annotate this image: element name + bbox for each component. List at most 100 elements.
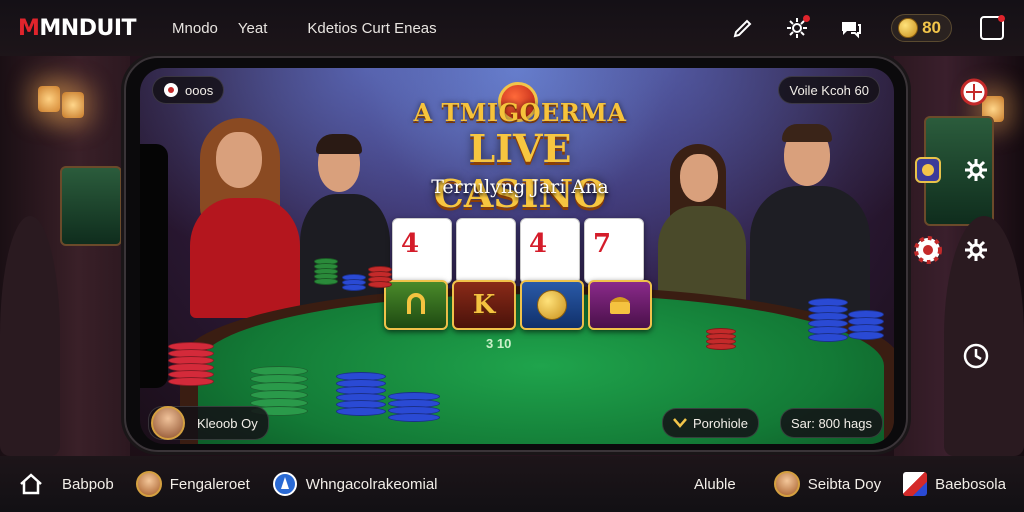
cog-icon <box>965 239 987 261</box>
slot-machine-background <box>60 166 122 246</box>
roulette-button[interactable] <box>958 76 990 108</box>
bet-tile-treasure[interactable] <box>588 280 652 330</box>
chip-stack <box>314 258 338 285</box>
chat-button[interactable] <box>837 14 865 42</box>
dealer-man-right <box>740 122 870 316</box>
chevron-down-icon <box>673 418 687 428</box>
coin-balance-value: 80 <box>922 18 941 37</box>
treasure-icon <box>610 297 630 314</box>
coin-icon <box>537 290 567 320</box>
bottom-nav-baebosola[interactable]: Baebosola <box>903 472 1006 496</box>
chip-stack <box>706 328 736 350</box>
playing-card[interactable] <box>456 218 516 284</box>
bet-tile-coin[interactable] <box>520 280 584 330</box>
top-navigation: Mnodo Yeat Kdetios Curt Eneas <box>172 20 437 37</box>
logo-text: MNDUIT <box>39 15 137 41</box>
settings-side-button[interactable] <box>960 154 992 186</box>
bottom-nav-label: Whngacolrakeomial <box>305 475 438 493</box>
dark-suit <box>750 186 870 316</box>
bottom-bar: Babpob Fengaleroet Whngacolrakeomial Alu… <box>0 456 1024 512</box>
phone-frame: ooos Voile Kcoh 60 A TMIGOERMA LIVE CASI… <box>124 56 908 452</box>
profile-avatar <box>773 471 800 497</box>
hair <box>782 124 832 142</box>
wall-lamp <box>62 92 84 118</box>
bottom-nav-label: Fengaleroet <box>169 475 250 493</box>
bottom-nav-label: Seibta Doy <box>807 475 882 493</box>
game-thumbnail-icon <box>915 157 941 183</box>
nav-item-yeat[interactable]: Yeat <box>238 20 267 37</box>
game-title: LIVE CASINO <box>433 126 607 216</box>
nav-item-mnodo[interactable]: Mnodo <box>172 20 218 37</box>
room-id-text: ooos <box>185 82 214 98</box>
bet-tile-king[interactable]: K <box>452 280 516 330</box>
timer-button[interactable] <box>960 340 992 372</box>
card-rank: 4 <box>529 229 548 259</box>
hair <box>316 134 362 154</box>
horseshoe-icon <box>407 293 425 314</box>
game-title-line1: A TMIGOERMA <box>413 98 627 127</box>
top-bar: MMNDUIT Mnodo Yeat Kdetios Curt Eneas 80 <box>0 0 1024 56</box>
chip-stack <box>336 372 386 416</box>
chip-stack <box>848 310 884 340</box>
home-icon <box>20 473 42 495</box>
logo-mark: M <box>18 15 40 41</box>
room-info-text: Voile Kcoh 60 <box>789 82 869 98</box>
pen-icon <box>733 19 752 38</box>
face <box>216 132 262 188</box>
bottom-right-actions: Aluble Seibta Doy Baebosola <box>694 471 1006 497</box>
edit-button[interactable] <box>729 14 757 42</box>
bet-tile-horseshoe[interactable] <box>384 280 448 330</box>
bet-amount-pill[interactable]: Sar: 800 hags <box>780 408 883 438</box>
bottom-nav-aluble[interactable]: Aluble <box>694 476 736 493</box>
face <box>680 154 718 202</box>
brand-logo[interactable]: MMNDUIT <box>18 15 137 41</box>
action-left-label: Porohiole <box>693 415 748 431</box>
chat-icon <box>842 22 862 39</box>
tile-label: K <box>472 290 496 320</box>
coin-icon <box>898 18 919 38</box>
coin-balance[interactable]: 80 <box>891 14 952 42</box>
chip-small-icon <box>164 83 178 97</box>
bet-amount-text: Sar: 800 hags <box>791 415 872 431</box>
chip-stack <box>368 266 392 288</box>
chip-stack <box>808 298 848 342</box>
bottom-nav-profile[interactable]: Seibta Doy <box>773 471 882 497</box>
phone-notch <box>140 144 168 388</box>
playing-card[interactable]: 7 <box>584 218 644 284</box>
game-subtitle: Terrulyng Jari Ana <box>431 176 609 198</box>
gear-icon <box>965 159 987 181</box>
card-rank: 7 <box>593 229 612 259</box>
settings-button[interactable] <box>783 14 811 42</box>
player-info-pill[interactable]: Kleoob Oy <box>148 406 269 440</box>
bottom-nav-label: Baebosola <box>935 475 1006 493</box>
poker-chip-icon <box>914 236 942 264</box>
game-thumbnail-button[interactable] <box>912 154 944 186</box>
flag-icon <box>903 472 928 496</box>
bottom-nav-label: Babpob <box>62 475 114 493</box>
room-id-pill[interactable]: ooos <box>152 76 225 104</box>
wall-lamp <box>38 86 60 112</box>
clock-icon <box>963 343 989 369</box>
chip-stack <box>388 392 440 422</box>
bottom-nav-whngacol[interactable]: Whngacolrakeomial <box>272 471 438 497</box>
playing-card[interactable]: 4 <box>392 218 452 284</box>
spectator-silhouette <box>0 216 60 456</box>
profile-notification-dot <box>998 15 1005 22</box>
action-button-left[interactable]: Porohiole <box>662 408 759 438</box>
room-info-pill[interactable]: Voile Kcoh 60 <box>778 76 880 104</box>
options-side-button[interactable] <box>960 234 992 266</box>
top-actions: 80 <box>729 14 1006 42</box>
roulette-icon <box>960 78 988 106</box>
bottom-nav-home[interactable]: Babpob <box>18 471 114 497</box>
room-background-left <box>0 56 130 456</box>
user-avatar <box>135 471 162 497</box>
playing-card[interactable]: 4 <box>520 218 580 284</box>
bottom-nav-fengaleroet[interactable]: Fengaleroet <box>135 471 250 497</box>
nav-item-kdetios[interactable]: Kdetios Curt Eneas <box>307 20 436 37</box>
chip-button[interactable] <box>912 234 944 266</box>
profile-button[interactable] <box>978 14 1006 42</box>
chip-stack <box>168 342 214 386</box>
player-woman-right <box>650 144 750 306</box>
card-rank: 4 <box>401 229 420 259</box>
player-avatar <box>151 406 185 440</box>
